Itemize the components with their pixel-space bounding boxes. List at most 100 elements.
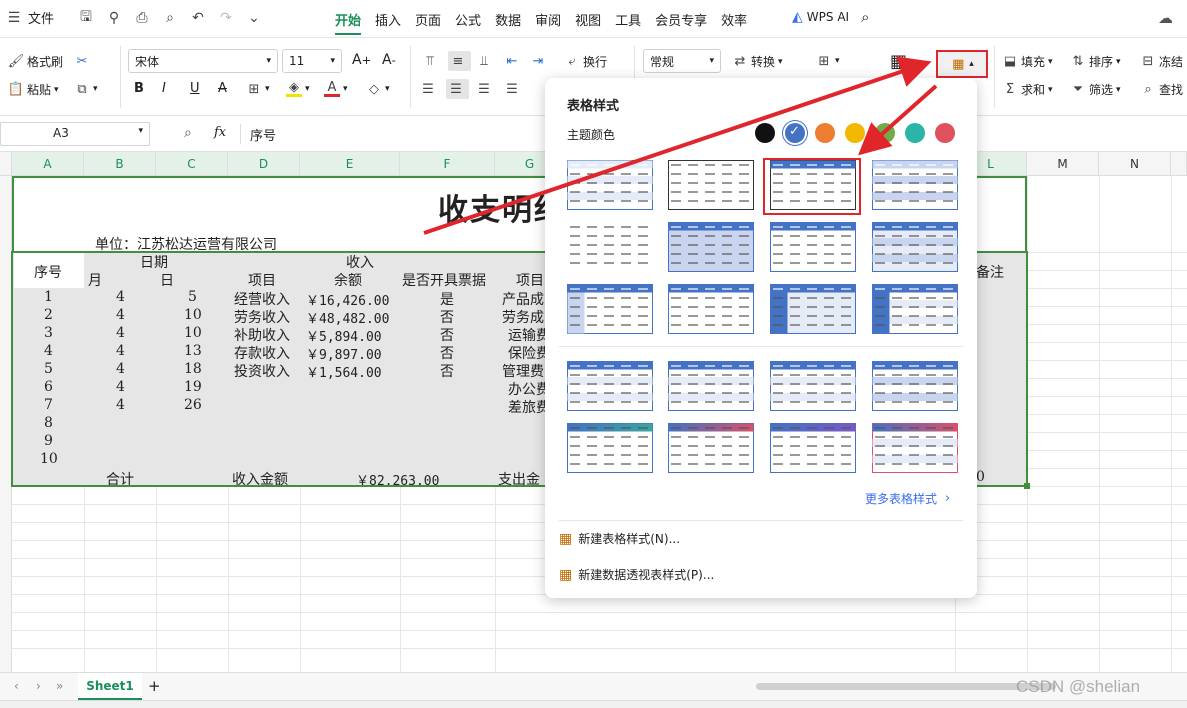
cell-style-button[interactable]: ▦	[890, 51, 907, 72]
name-box[interactable]: A3 ▾	[0, 122, 150, 146]
border-button[interactable]: ⊞ ▾	[246, 81, 270, 97]
theme-swatch-red[interactable]	[935, 123, 955, 143]
bold-button[interactable]: B	[134, 81, 144, 96]
add-sheet-button[interactable]: +	[148, 677, 161, 695]
formula-input[interactable]: 序号	[250, 125, 276, 144]
table-style-option[interactable]	[567, 222, 653, 272]
share-icon[interactable]: ⚲	[105, 9, 123, 27]
align-left-button[interactable]: ☰	[420, 81, 439, 97]
tab-efficiency[interactable]: 效率	[721, 10, 747, 35]
tab-insert[interactable]: 插入	[375, 10, 401, 35]
col-header-a[interactable]: A	[12, 152, 84, 176]
wps-ai-button[interactable]: WPS AI	[807, 10, 849, 24]
freeze-button[interactable]: ⊟ 冻结	[1140, 53, 1183, 70]
redo-icon[interactable]: ↷	[217, 9, 235, 27]
col-header-e[interactable]: E	[300, 152, 400, 176]
prev-sheet-icon[interactable]: ›	[36, 679, 41, 693]
clear-button[interactable]: ◇ ▾	[366, 81, 390, 97]
wrap-text-button[interactable]: ⤶ 换行	[564, 53, 607, 70]
tab-data[interactable]: 数据	[495, 10, 521, 35]
more-styles-link[interactable]: 更多表格样式 ›	[865, 490, 950, 507]
strikethrough-button[interactable]: A	[218, 81, 227, 96]
tab-page[interactable]: 页面	[415, 10, 441, 35]
print-preview-icon[interactable]: ⌕	[161, 9, 179, 27]
table-style-option[interactable]	[567, 361, 653, 411]
table-style-option[interactable]	[872, 423, 958, 473]
sort-button[interactable]: ⇅ 排序 ▾	[1070, 53, 1121, 70]
col-header-n[interactable]: N	[1099, 152, 1171, 176]
fill-handle[interactable]	[1024, 483, 1030, 489]
tab-formula[interactable]: 公式	[455, 10, 481, 35]
table-style-option[interactable]	[872, 160, 958, 210]
conditional-format-button[interactable]: ⊞ ▾	[816, 53, 840, 69]
col-header-d[interactable]: D	[228, 152, 300, 176]
increase-font-button[interactable]: A +	[352, 52, 371, 68]
theme-swatch-green[interactable]	[875, 123, 895, 143]
align-bottom-button[interactable]: ⫫	[476, 53, 495, 69]
tab-view[interactable]: 视图	[575, 10, 601, 35]
align-middle-button[interactable]: ≡	[448, 51, 471, 71]
theme-swatch-black[interactable]	[755, 123, 775, 143]
sheet-tab-sheet1[interactable]: Sheet1	[78, 673, 142, 700]
font-name-select[interactable]: 宋体 ▾	[128, 49, 278, 73]
paste-button[interactable]: 📋 粘贴 ▾	[8, 81, 59, 98]
table-style-option[interactable]	[872, 361, 958, 411]
fill-color-button[interactable]: ◈ ▾	[286, 80, 310, 97]
underline-button[interactable]: U	[190, 81, 200, 96]
number-format-select[interactable]: 常规 ▾	[643, 49, 721, 73]
table-style-option[interactable]	[770, 361, 856, 411]
undo-icon[interactable]: ↶	[189, 9, 207, 27]
format-painter-button[interactable]: 🖌 格式刷	[8, 53, 63, 70]
font-size-select[interactable]: 11 ▾	[282, 49, 342, 73]
table-style-option[interactable]	[668, 423, 754, 473]
fx-button[interactable]: fx	[214, 125, 226, 140]
justify-button[interactable]: ☰	[504, 81, 523, 97]
copy-button[interactable]: ⧉ ▾	[74, 81, 97, 97]
chevron-down-icon[interactable]: ⌄	[245, 9, 263, 27]
new-pivot-style-item[interactable]: ▦ 新建数据透视表样式(P)...	[559, 566, 714, 583]
menu-file[interactable]: 文件	[28, 8, 54, 27]
convert-button[interactable]: ⇄ 转换 ▾	[732, 53, 783, 70]
theme-swatch-blue[interactable]: ✓	[785, 123, 805, 143]
last-sheet-icon[interactable]: »	[56, 679, 63, 693]
indent-decrease-button[interactable]: ⇤	[504, 53, 523, 69]
align-center-button[interactable]: ☰	[446, 79, 469, 99]
table-style-option[interactable]	[567, 284, 653, 334]
filter-button[interactable]: ⏷ 筛选 ▾	[1070, 81, 1121, 98]
col-header-f[interactable]: F	[400, 152, 495, 176]
table-style-option[interactable]	[770, 222, 856, 272]
tab-member[interactable]: 会员专享	[655, 10, 707, 35]
sum-button[interactable]: Σ 求和 ▾	[1002, 81, 1053, 98]
col-header-m[interactable]: M	[1027, 152, 1099, 176]
zoom-formula-icon[interactable]: ⌕	[184, 125, 192, 141]
first-sheet-icon[interactable]: ‹	[14, 679, 19, 693]
font-color-button[interactable]: A ▾	[324, 80, 348, 97]
hamburger-icon[interactable]: ☰	[5, 9, 23, 27]
table-style-option[interactable]	[567, 423, 653, 473]
fill-button[interactable]: ⬓ 填充 ▾	[1002, 53, 1053, 70]
horizontal-scrollbar[interactable]	[756, 683, 1056, 690]
col-header-c[interactable]: C	[156, 152, 228, 176]
search-icon[interactable]: ⌕	[861, 8, 869, 26]
align-right-button[interactable]: ☰	[476, 81, 495, 97]
tab-home[interactable]: 开始	[335, 10, 362, 35]
table-style-option[interactable]	[668, 222, 754, 272]
table-style-option[interactable]	[668, 284, 754, 334]
save-icon[interactable]: 🖫	[77, 9, 95, 27]
cloud-upload-icon[interactable]: ☁	[1158, 9, 1173, 27]
theme-swatch-teal[interactable]	[905, 123, 925, 143]
print-icon[interactable]: ⎙	[133, 9, 151, 27]
theme-swatch-yellow[interactable]	[845, 123, 865, 143]
select-all-corner[interactable]	[0, 152, 12, 176]
theme-swatch-orange[interactable]	[815, 123, 835, 143]
table-style-option[interactable]	[668, 160, 754, 210]
table-style-option[interactable]	[872, 222, 958, 272]
table-style-option[interactable]	[770, 423, 856, 473]
table-style-option[interactable]	[668, 361, 754, 411]
cut-button[interactable]: ✂	[74, 53, 93, 69]
decrease-font-button[interactable]: A-	[382, 52, 396, 68]
tab-review[interactable]: 审阅	[535, 10, 561, 35]
col-header-o[interactable]	[1171, 152, 1187, 176]
table-style-option[interactable]	[567, 160, 653, 210]
new-table-style-item[interactable]: ▦ 新建表格样式(N)...	[559, 530, 680, 547]
